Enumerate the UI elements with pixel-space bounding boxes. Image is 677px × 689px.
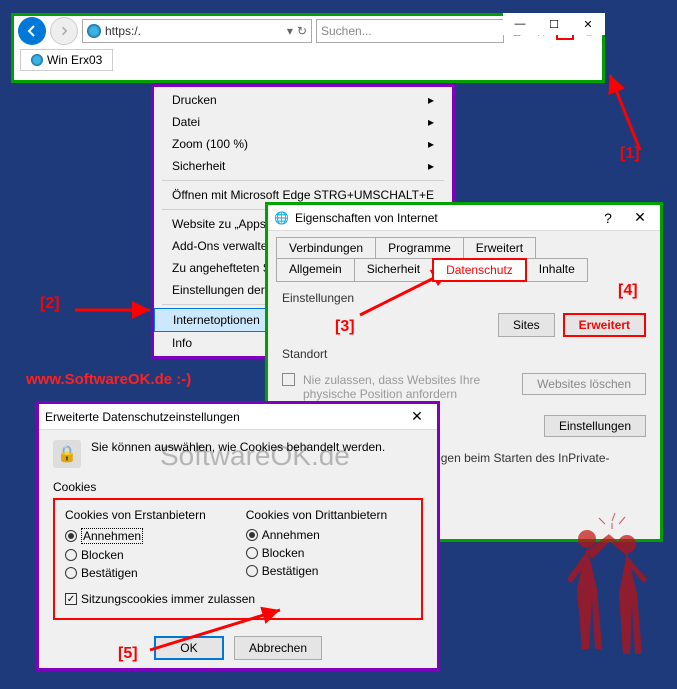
annotation-1: [1]: [620, 145, 640, 163]
ie-icon: [31, 54, 43, 66]
radio-icon: [246, 565, 258, 577]
close-button[interactable]: ✕: [626, 209, 654, 226]
properties-tabs: Verbindungen Programme Erweitert Allgeme…: [268, 231, 660, 281]
checkbox-icon: [65, 593, 77, 605]
annotation-arrow-2: [70, 290, 160, 330]
ok-button[interactable]: OK: [154, 636, 224, 660]
ie-icon: [87, 24, 101, 38]
tab-content[interactable]: Inhalte: [526, 258, 588, 282]
dialog-title: Eigenschaften von Internet: [295, 211, 590, 225]
menu-separator: [162, 180, 444, 181]
tab-advanced[interactable]: Erweitert: [463, 237, 536, 259]
annotation-2: [2]: [40, 295, 60, 313]
close-button[interactable]: ✕: [403, 408, 431, 425]
radio-icon: [246, 529, 258, 541]
search-placeholder: Suchen...: [321, 24, 372, 38]
search-input[interactable]: Suchen...: [316, 19, 504, 43]
radio-icon: [65, 567, 77, 579]
help-button[interactable]: ?: [596, 210, 620, 226]
cookies-label: Cookies: [53, 480, 423, 494]
minimize-button[interactable]: —: [503, 13, 537, 35]
menu-item-security[interactable]: Sicherheit▸: [154, 155, 452, 177]
annotation-arrow-1: [600, 60, 660, 160]
radio-tp-block[interactable]: Blocken: [246, 546, 387, 560]
tab-general[interactable]: Allgemein: [276, 258, 355, 282]
site-credit: www.SoftwareOK.de :-): [26, 371, 191, 388]
cookies-group: Cookies von Erstanbietern Annehmen Block…: [53, 498, 423, 620]
dialog-buttons: OK Abbrechen: [53, 636, 423, 660]
menu-item-zoom[interactable]: Zoom (100 %)▸: [154, 133, 452, 155]
col-title-third: Cookies von Drittanbietern: [246, 508, 387, 522]
tab-security[interactable]: Sicherheit: [354, 258, 433, 282]
tab-connections[interactable]: Verbindungen: [276, 237, 376, 259]
celebration-silhouette-icon: [547, 509, 667, 659]
dialog-title: Erweiterte Datenschutzeinstellungen: [45, 410, 397, 424]
radio-fp-confirm[interactable]: Bestätigen: [65, 566, 206, 580]
intro-text: Sie können auswählen, wie Cookies behand…: [91, 440, 385, 454]
cancel-button[interactable]: Abbrechen: [234, 636, 322, 660]
radio-icon: [246, 547, 258, 559]
back-button[interactable]: [18, 17, 46, 45]
privacy-icon: 🔒: [53, 440, 81, 468]
dialog-titlebar: Erweiterte Datenschutzeinstellungen ✕: [39, 404, 437, 430]
delete-websites-button: Websites löschen: [522, 373, 646, 395]
menu-item-file[interactable]: Datei▸: [154, 111, 452, 133]
tab-strip: Win Erx03: [14, 46, 602, 74]
settings-group-label: Einstellungen: [282, 291, 646, 305]
radio-tp-confirm[interactable]: Bestätigen: [246, 564, 387, 578]
radio-fp-accept[interactable]: Annehmen: [65, 528, 206, 544]
radio-icon: [65, 530, 77, 542]
url-text: https:/.: [105, 24, 283, 38]
dialog-body: 🔒 Sie können auswählen, wie Cookies beha…: [39, 430, 437, 670]
menu-item-print[interactable]: Drucken▸: [154, 89, 452, 111]
internet-icon: 🌐: [274, 211, 289, 225]
dropdown-icon[interactable]: ▾: [287, 24, 293, 38]
dialog-titlebar: 🌐 Eigenschaften von Internet ? ✕: [268, 205, 660, 231]
sites-button[interactable]: Sites: [498, 313, 555, 337]
forward-button[interactable]: [50, 17, 78, 45]
refresh-icon[interactable]: ↻: [297, 24, 307, 38]
browser-tab[interactable]: Win Erx03: [20, 49, 113, 71]
location-checkbox[interactable]: [282, 373, 295, 386]
browser-window: — ☐ ✕ https:/. ▾ ↻ Suchen... ⌂ ☆ ☺: [11, 13, 605, 83]
maximize-button[interactable]: ☐: [537, 13, 571, 35]
tab-programs[interactable]: Programme: [375, 237, 464, 259]
first-party-column: Cookies von Erstanbietern Annehmen Block…: [65, 508, 206, 584]
radio-fp-block[interactable]: Blocken: [65, 548, 206, 562]
radio-icon: [65, 549, 77, 561]
col-title-first: Cookies von Erstanbietern: [65, 508, 206, 522]
close-button[interactable]: ✕: [571, 13, 605, 35]
tab-title: Win Erx03: [47, 53, 102, 67]
window-controls: — ☐ ✕: [503, 13, 605, 35]
session-cookies-check[interactable]: Sitzungscookies immer zulassen: [65, 592, 411, 606]
settings-button[interactable]: Einstellungen: [544, 415, 646, 437]
radio-tp-accept[interactable]: Annehmen: [246, 528, 387, 542]
address-bar[interactable]: https:/. ▾ ↻: [82, 19, 312, 43]
tab-privacy[interactable]: Datenschutz: [432, 258, 527, 282]
arrow-right-icon: [58, 25, 70, 37]
arrow-left-icon: [24, 23, 40, 39]
third-party-column: Cookies von Drittanbietern Annehmen Bloc…: [246, 508, 387, 584]
location-checkbox-label: Nie zulassen, dass Websites Ihre physisc…: [303, 373, 514, 401]
advanced-button[interactable]: Erweitert: [563, 313, 646, 337]
location-group-label: Standort: [282, 347, 646, 361]
advanced-privacy-dialog: Erweiterte Datenschutzeinstellungen ✕ 🔒 …: [36, 401, 440, 671]
